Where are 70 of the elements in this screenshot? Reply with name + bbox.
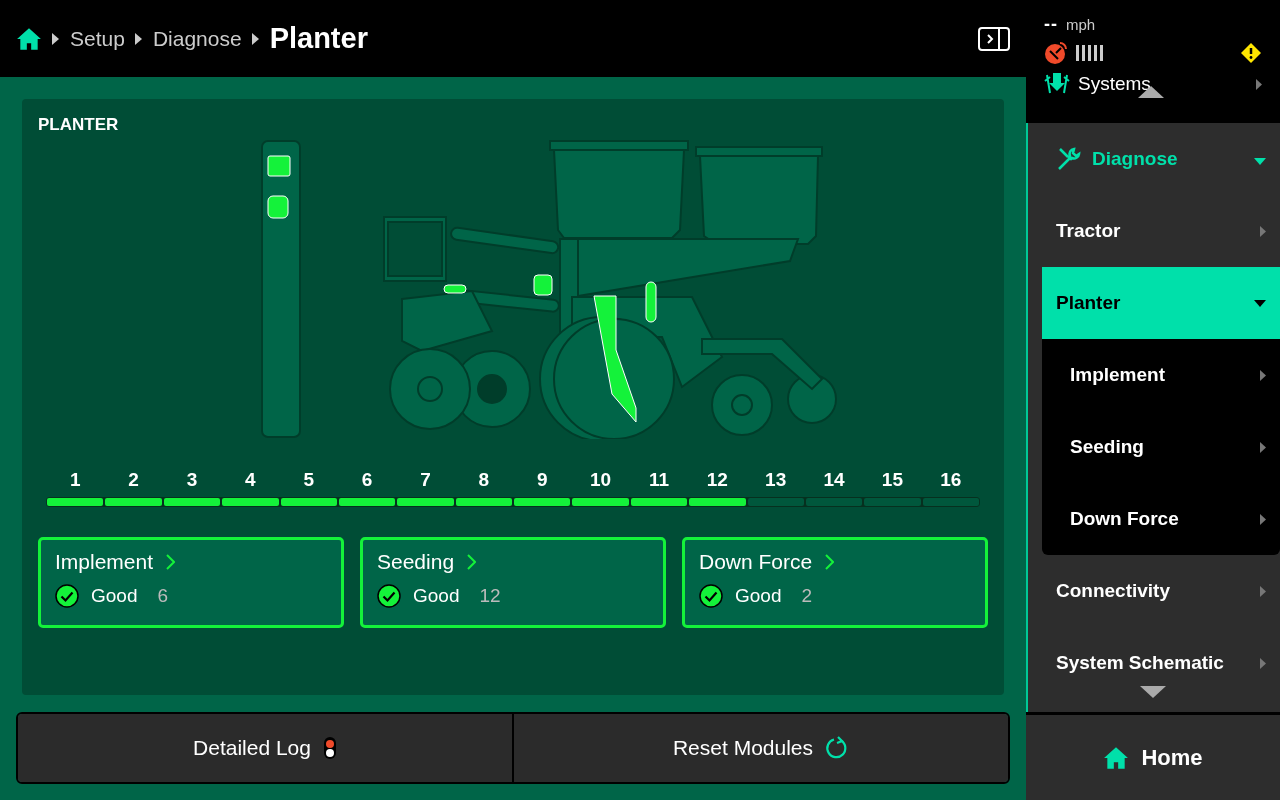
card-title: Implement bbox=[55, 550, 154, 574]
menu-item[interactable]: Planter bbox=[1042, 267, 1280, 339]
status-text: Good bbox=[735, 585, 782, 607]
row-number: 16 bbox=[939, 469, 963, 491]
scroll-down-icon[interactable] bbox=[1140, 686, 1166, 698]
speed-value: -- bbox=[1044, 14, 1058, 35]
panel-toggle-icon[interactable] bbox=[978, 26, 1010, 51]
check-circle-icon bbox=[55, 584, 79, 608]
row-number: 2 bbox=[127, 469, 140, 491]
signal-bars-icon bbox=[1076, 44, 1104, 62]
chevron-right-icon bbox=[165, 554, 176, 570]
chevron-icon bbox=[52, 32, 60, 45]
count-text: 12 bbox=[479, 585, 501, 607]
speed-unit: mph bbox=[1066, 16, 1096, 33]
reset-button[interactable]: Reset Modules bbox=[514, 714, 1008, 782]
wrench-screwdriver-icon bbox=[1056, 146, 1082, 172]
detailed-log-button[interactable]: Detailed Log bbox=[18, 714, 514, 782]
check-circle-icon bbox=[699, 584, 723, 608]
submenu-item[interactable]: Implement bbox=[1042, 339, 1280, 411]
caret-right-icon bbox=[1260, 657, 1266, 669]
row-number: 9 bbox=[535, 469, 549, 491]
breadcrumb-link[interactable]: Setup bbox=[70, 26, 125, 51]
page-title: Planter bbox=[269, 22, 368, 55]
status-text: Good bbox=[91, 585, 138, 607]
submenu-item[interactable]: Seeding bbox=[1042, 411, 1280, 483]
caret-right-icon bbox=[1260, 441, 1266, 453]
panel-title: PLANTER bbox=[38, 115, 119, 135]
check-circle-icon bbox=[377, 584, 401, 608]
row-number: 14 bbox=[822, 469, 846, 491]
row-number: 1 bbox=[68, 469, 82, 491]
count-text: 6 bbox=[157, 585, 169, 607]
card-title: Seeding bbox=[377, 550, 455, 574]
caret-right-icon bbox=[1260, 513, 1266, 525]
caret-down-icon bbox=[1254, 158, 1266, 165]
row-number: 15 bbox=[880, 469, 904, 491]
status-text: Good bbox=[413, 585, 460, 607]
row-number: 13 bbox=[764, 469, 788, 491]
submenu-item[interactable]: Down Force bbox=[1042, 483, 1280, 555]
systems-link[interactable]: Systems bbox=[1078, 73, 1151, 95]
caret-right-icon bbox=[1260, 369, 1266, 381]
caret-right-icon bbox=[1260, 225, 1266, 237]
home-button[interactable]: Home bbox=[1026, 712, 1280, 800]
menu-item[interactable]: System Schematic bbox=[1028, 627, 1280, 699]
count-text: 2 bbox=[801, 585, 813, 607]
warning-icon bbox=[1240, 42, 1262, 64]
row-number: 5 bbox=[302, 469, 315, 491]
status-card[interactable]: Down Force Good 2 bbox=[682, 537, 988, 628]
menu-section[interactable]: Diagnose bbox=[1028, 123, 1280, 195]
caret-right-icon bbox=[1256, 78, 1262, 90]
row-number: 7 bbox=[419, 469, 432, 491]
caret-right-icon bbox=[1260, 585, 1266, 597]
row-number: 3 bbox=[185, 469, 199, 491]
row-number: 11 bbox=[647, 469, 670, 491]
card-title: Down Force bbox=[699, 550, 813, 574]
menu-item[interactable]: Tractor bbox=[1028, 195, 1280, 267]
row-number: 8 bbox=[477, 469, 491, 491]
row-number: 10 bbox=[589, 469, 613, 491]
status-card[interactable]: Seeding Good 12 bbox=[360, 537, 666, 628]
menu-item[interactable]: Connectivity bbox=[1028, 555, 1280, 627]
row-number: 4 bbox=[244, 469, 257, 491]
chevron-right-icon bbox=[824, 554, 835, 570]
chevron-icon bbox=[251, 32, 260, 45]
row-number: 6 bbox=[360, 469, 374, 491]
caret-down-icon bbox=[1254, 299, 1266, 307]
breadcrumb-link[interactable]: Diagnose bbox=[152, 26, 242, 51]
chevron-right-icon bbox=[466, 554, 477, 570]
status-card[interactable]: Implement Good 6 bbox=[38, 537, 344, 628]
chevron-icon bbox=[134, 32, 143, 45]
row-number: 12 bbox=[705, 469, 729, 491]
indicator-icon bbox=[322, 736, 337, 760]
